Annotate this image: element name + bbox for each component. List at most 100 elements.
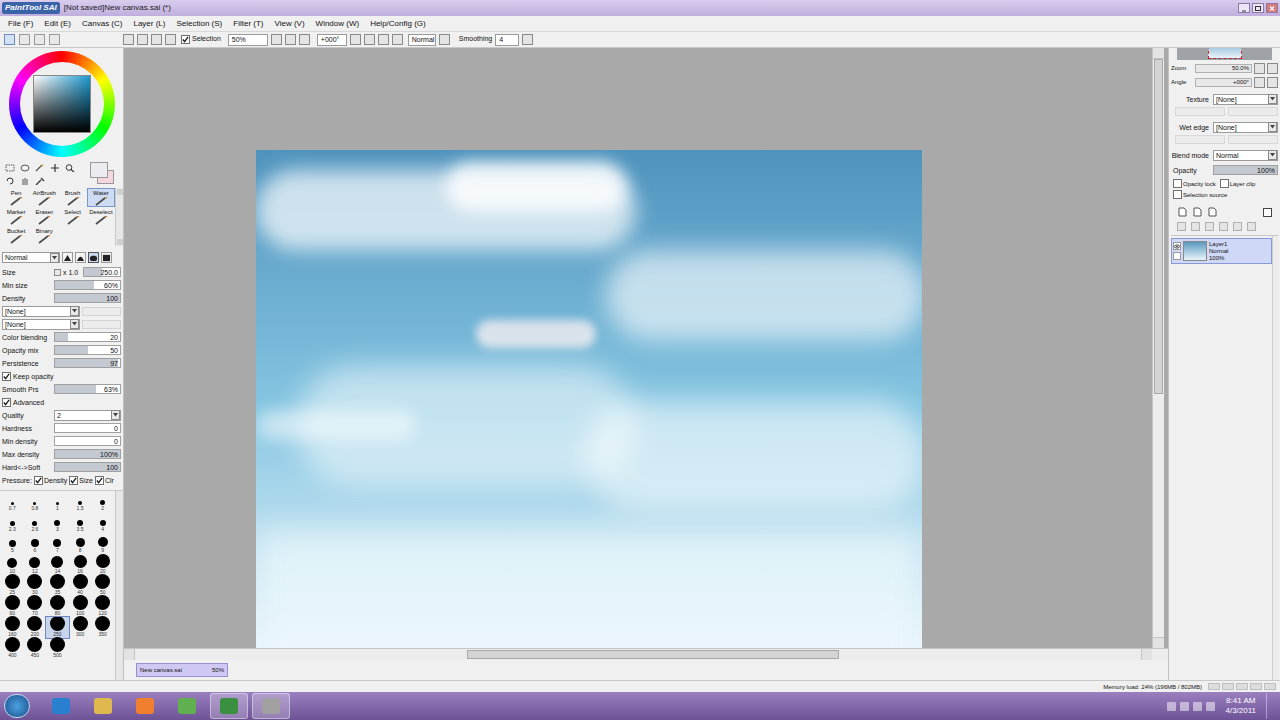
layer-mask-icon[interactable] [1263,208,1272,217]
layer-option-checkbox[interactable] [1220,179,1229,188]
zoom-in-button[interactable] [285,34,296,45]
brush-size-cell[interactable]: 2 [91,491,114,512]
menu-item[interactable]: View (V) [274,18,304,30]
brush-size-cell[interactable]: 20 [91,554,114,575]
sai-app-icon[interactable] [210,693,248,719]
param-slider-track[interactable]: 60% [54,280,121,290]
dropdown-arrow-icon[interactable] [111,410,120,420]
navigator-slider[interactable]: +000° [1195,78,1252,87]
brush-size-cell[interactable]: 350 [91,617,114,638]
new-layer-icon[interactable] [1177,207,1187,217]
color-wheel-mode-icon[interactable] [4,34,15,45]
pressure-option[interactable]: Size [69,476,93,485]
brush-size-cell[interactable]: 100 [69,596,92,617]
param-checkbox[interactable] [2,398,11,407]
maximize-icon[interactable] [1252,3,1264,13]
param-slider-track[interactable]: 50 [54,345,121,355]
param-checkbox[interactable] [2,372,11,381]
horizontal-scroll-thumb[interactable] [467,650,839,659]
zoom-field[interactable]: 50% [228,34,268,46]
zoom-icon[interactable] [64,163,76,173]
rotate-left-button[interactable] [350,34,361,45]
menu-item[interactable]: Help/Config (G) [370,18,426,30]
view-mode-field[interactable]: Normal [408,34,436,46]
param-slider-track[interactable]: 63% [54,384,121,394]
tool-button[interactable]: Deselect [87,207,115,226]
delete-icon[interactable] [1219,222,1228,231]
trash-icon[interactable] [1233,222,1242,231]
smoothing-button[interactable] [522,34,533,45]
navigator[interactable] [1177,48,1272,60]
minimize-icon[interactable] [1238,3,1250,13]
brush-size-cell[interactable]: 0.8 [24,491,47,512]
dropdown-arrow-icon[interactable] [70,306,79,316]
flip-button[interactable] [392,34,403,45]
param-dropdown[interactable]: [None] [2,306,80,317]
brush-size-cell[interactable]: 7 [46,533,69,554]
param-slider-track[interactable]: 100% [54,449,121,459]
clear-icon[interactable] [1205,222,1214,231]
explorer-app-icon[interactable] [84,693,122,719]
pressure-checkbox[interactable] [95,476,104,485]
tool-button[interactable]: Eraser [30,207,58,226]
selection-toggle[interactable]: Selection [181,34,221,45]
scroll-down-icon[interactable] [1153,637,1164,648]
param-slider-track[interactable]: 100 [54,293,121,303]
brush-size-cell[interactable]: 300 [69,617,92,638]
brush-size-cell[interactable]: 1.5 [69,491,92,512]
dropdown-arrow-icon[interactable] [50,253,59,263]
tool-scrollbar[interactable] [115,188,123,246]
clock[interactable]: 8:41 AM4/3/2011 [1219,696,1262,716]
tray-arrow-icon[interactable] [1167,702,1176,711]
color-square[interactable] [33,75,91,133]
brush-size-cell[interactable]: 25 [1,575,24,596]
properties-icon[interactable] [1247,222,1256,231]
start-button-icon[interactable] [4,694,30,718]
zoom-out-button[interactable] [271,34,282,45]
brush-size-cell[interactable]: 450 [24,638,47,659]
brush-size-cell[interactable]: 250 [46,617,69,638]
brush-size-cell[interactable]: 5 [1,533,24,554]
brush-size-cell[interactable]: 16 [69,554,92,575]
brush-size-cell[interactable]: 40 [69,575,92,596]
volume-icon[interactable] [1193,702,1202,711]
close-icon[interactable] [1266,3,1278,13]
rotate-icon[interactable] [4,176,16,186]
brush-size-cell[interactable]: 8 [69,533,92,554]
dropdown-arrow-icon[interactable] [70,319,79,329]
brush-size-cell[interactable]: 9 [91,533,114,554]
brush-size-cell[interactable]: 3 [46,512,69,533]
layer-opacity-slider-track[interactable]: 100% [1213,165,1278,175]
brush-size-cell[interactable]: 12 [24,554,47,575]
move-icon[interactable] [49,163,61,173]
navigator-minus-button[interactable] [1254,77,1265,88]
scroll-down-icon[interactable] [117,239,123,245]
layer-option[interactable]: Layer clip [1220,179,1256,188]
brush-size-cell[interactable]: 50 [91,575,114,596]
dropdown-arrow-icon[interactable] [1268,122,1277,132]
navigator-plus-button[interactable] [1267,63,1278,74]
brush-size-cell[interactable]: 70 [24,596,47,617]
brush-size-cell[interactable]: 160 [1,617,24,638]
brush-shape-button[interactable] [75,252,86,263]
layer-setting-dropdown[interactable]: [None] [1213,94,1278,105]
hsv-mode-icon[interactable] [34,34,45,45]
layer-scrollbar[interactable] [1272,236,1278,680]
layer-pen-icon[interactable] [1173,252,1181,260]
layer-setting-dropdown[interactable]: [None] [1213,122,1278,133]
tool-button[interactable]: Marker [2,207,30,226]
brush-shape-button[interactable] [101,252,112,263]
pressure-option[interactable]: Clr [95,476,114,485]
view-mode-button[interactable] [439,34,450,45]
brush-size-cell[interactable]: 4 [91,512,114,533]
scroll-up-icon[interactable] [1153,48,1164,59]
new-linework-icon[interactable] [1192,207,1202,217]
param-slider-track[interactable]: 20 [54,332,121,342]
brush-size-cell[interactable]: 10 [1,554,24,575]
hand-icon[interactable] [19,176,31,186]
brush-shape-button[interactable] [88,252,99,263]
brush-size-cell[interactable]: 30 [24,575,47,596]
pressure-option[interactable]: Density [34,476,67,485]
rotate-right-button[interactable] [364,34,375,45]
scroll-up-icon[interactable] [117,189,123,195]
